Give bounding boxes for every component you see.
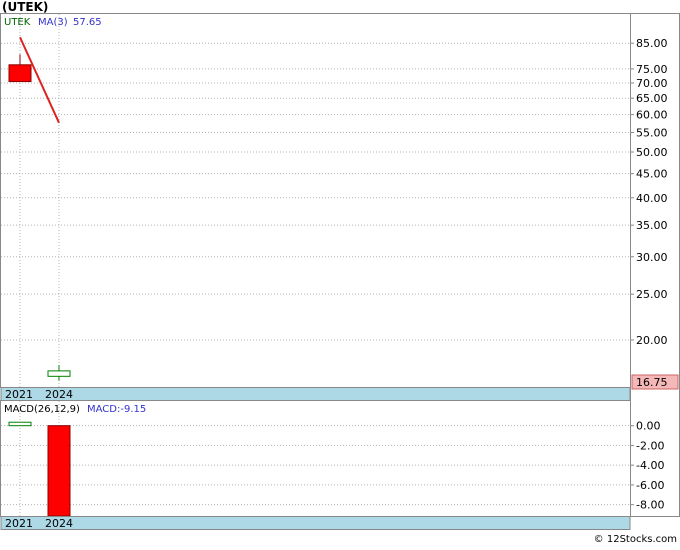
- price-y-tick-label: 55.00: [636, 126, 668, 139]
- price-x-tick-2021: 2021: [5, 388, 33, 401]
- price-y-tick-label: 75.00: [636, 63, 668, 76]
- price-y-tick-label: 25.00: [636, 288, 668, 301]
- macd-y-tick-label: -6.00: [636, 479, 664, 492]
- price-x-axis-band: [0, 387, 631, 401]
- price-panel-frame: [0, 13, 631, 388]
- stock-chart: (UTEK) © 12Stocks.com UTEK MA(3) 57.65 M…: [0, 0, 680, 546]
- ticker-label: UTEK: [4, 17, 31, 28]
- macd-y-tick-label: -4.00: [636, 459, 664, 472]
- ma-label: MA(3): [38, 17, 68, 28]
- chart-title: (UTEK): [2, 0, 48, 14]
- chart-canvas: (UTEK) © 12Stocks.com UTEK MA(3) 57.65 M…: [0, 0, 680, 545]
- price-y-tick-label: 50.00: [636, 146, 668, 159]
- candle-body-2021: [8, 64, 32, 83]
- macd-label: MACD(26,12,9): [4, 404, 80, 415]
- macd-y-tick-label: -2.00: [636, 439, 664, 452]
- macd-y-tick-label: -8.00: [636, 499, 664, 512]
- chart-marks: [8, 36, 71, 517]
- last-price-badge: 16.75: [636, 376, 668, 389]
- price-y-tick-label: 40.00: [636, 192, 668, 205]
- price-y-tick-label: 85.00: [636, 37, 668, 50]
- price-y-tick-label: 30.00: [636, 251, 668, 264]
- price-y-tick-label: 45.00: [636, 168, 668, 181]
- macd-x-tick-2021: 2021: [5, 517, 33, 530]
- macd-value-label: MACD:-9.15: [87, 404, 146, 415]
- ma-value: 57.65: [73, 17, 102, 28]
- macd-x-axis-band: [0, 516, 631, 530]
- macd-bar-2021: [8, 421, 32, 427]
- macd-y-tick-label: 0.00: [636, 420, 661, 433]
- grid-lines: [1, 14, 630, 516]
- price-y-tick-label: 65.00: [636, 92, 668, 105]
- y-axis-labels: 85.00 75.0070.00 65.00 60.00 55.00 50.00 45.00…: [630, 37, 668, 512]
- copyright-footer: © 12Stocks.com: [594, 534, 677, 545]
- price-y-tick-label: 20.00: [636, 334, 668, 347]
- candle-body-2024: [47, 370, 71, 377]
- price-y-tick-label: 60.00: [636, 109, 668, 122]
- price-y-tick-label: 70.00: [636, 77, 668, 90]
- macd-panel-frame: [0, 400, 631, 517]
- macd-bar-2024: [47, 425, 71, 517]
- price-y-tick-label: 35.00: [636, 219, 668, 232]
- macd-x-tick-2024: 2024: [45, 517, 73, 530]
- price-x-tick-2024: 2024: [45, 388, 73, 401]
